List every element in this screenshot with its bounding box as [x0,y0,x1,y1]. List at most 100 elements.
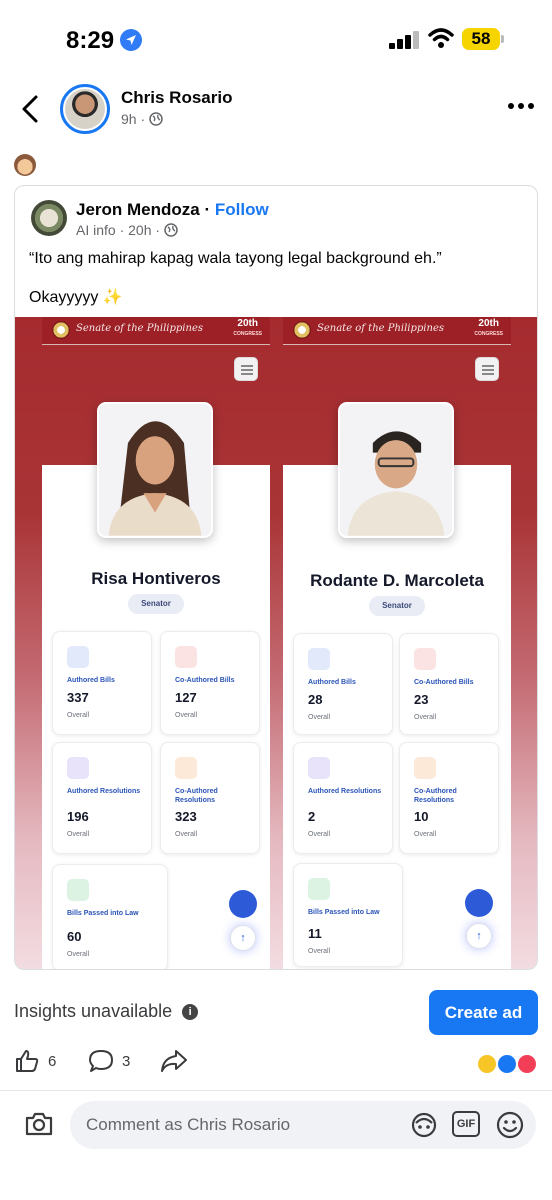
stat-card-bills-passed[interactable]: Bills Passed into Law 60 Overall [52,864,168,969]
author-name[interactable]: Chris Rosario [121,88,232,108]
share-icon[interactable] [160,1048,188,1074]
stat-label: Authored Resolutions [67,788,141,795]
more-options-button[interactable] [508,103,534,111]
comment-placeholder[interactable]: Comment as Chris Rosario [86,1115,290,1135]
stat-value: 60 [67,929,82,944]
stat-sub: Overall [414,714,437,721]
post-time: 9h · [121,111,146,127]
stat-card-bills-passed[interactable]: Bills Passed into Law 11 Overall [293,863,403,967]
copy-fab-icon[interactable] [229,890,257,918]
globe-icon [164,223,178,237]
shared-image[interactable]: Senate of the Philippines 20th CONGRESS [15,317,537,969]
stat-sub: Overall [175,831,198,838]
stat-label: Authored Bills [67,677,115,684]
shared-meta: AI info · 20h · [76,222,178,238]
congress-number: 20th [237,318,258,329]
insights-row: Insights unavailable i [14,1001,199,1022]
stat-label: Co-Authored Bills [175,677,235,684]
stat-label: Authored Resolutions [308,788,382,795]
avatar-sticker-icon[interactable] [409,1110,439,1140]
document-icon [67,646,89,668]
status-time: 8:29 [66,27,115,54]
battery-tip [501,35,504,43]
users-icon [175,646,197,668]
stat-label: Co-Authored Resolutions [175,788,218,804]
camera-icon[interactable] [24,1110,54,1138]
stat-sub: Overall [175,712,198,719]
scroll-top-icon[interactable]: ↑ [466,923,492,949]
senator-name: Rodante D. Marcoleta [310,571,484,590]
stat-sub: Overall [67,831,90,838]
author-avatar[interactable] [60,84,110,134]
congress-badge: 20th CONGRESS [233,319,262,339]
scroll-icon [308,757,330,779]
create-ad-button[interactable]: Create ad [429,990,538,1035]
users-icon [414,648,436,670]
shared-meta-text[interactable]: AI info · 20h · [76,222,160,238]
cellular-signal-icon [389,31,421,49]
comment-action[interactable]: 3 [88,1048,130,1074]
monkey-emoji [14,154,36,176]
name-separator: · [199,200,215,219]
stat-value: 196 [67,809,89,824]
shared-caption-line1: “Ito ang mahirap kapag wala tayong legal… [29,250,442,267]
senator-name: Risa Hontiveros [91,569,221,588]
stat-sub: Overall [67,712,90,719]
stat-value: 10 [414,809,429,824]
stat-label: Bills Passed into Law [67,910,139,917]
scroll-icon [67,757,89,779]
stat-card-authored-resolutions[interactable]: Authored Resolutions 2 Overall [293,742,393,854]
copy-fab-icon[interactable] [465,889,493,917]
haha-reaction-icon [476,1053,498,1075]
insights-text: Insights unavailable [14,1001,173,1021]
shared-author-avatar[interactable] [31,200,67,236]
shared-caption-line2: Okayyyyy ✨ [29,287,123,307]
stat-label: Authored Bills [308,679,356,686]
battery-indicator: 58 [462,28,500,50]
senate-header: Senate of the Philippines 20th CONGRESS [42,317,270,345]
stat-value: 11 [308,926,322,941]
stat-card-authored-bills[interactable]: Authored Bills 28 Overall [293,633,393,735]
check-circle-icon [67,879,89,901]
like-action[interactable]: 6 [14,1048,56,1074]
hamburger-menu-icon[interactable] [475,357,499,381]
stat-card-coauthored-bills[interactable]: Co-Authored Bills 127 Overall [160,631,260,735]
scroll-top-icon[interactable]: ↑ [230,925,256,951]
document-icon [308,648,330,670]
gif-icon[interactable]: GIF [452,1111,480,1137]
senator-photo [338,402,454,538]
stat-label: Bills Passed into Law [308,909,380,916]
stat-card-coauthored-resolutions[interactable]: Co-Authored Resolutions 10 Overall [399,742,499,854]
shared-post-card[interactable]: Jeron Mendoza · Follow AI info · 20h · “… [14,185,538,970]
emoji-icon[interactable] [495,1110,525,1140]
senator-profile-screen: Senate of the Philippines 20th CONGRESS [42,317,270,969]
stat-card-coauthored-resolutions[interactable]: Co-Authored Resolutions 323 Overall [160,742,260,854]
stat-value: 2 [308,809,316,824]
back-arrow-icon[interactable] [18,94,44,124]
stat-value: 323 [175,809,197,824]
comment-count: 3 [122,1052,131,1070]
hamburger-menu-icon[interactable] [234,357,258,381]
senator-profile-screen: Senate of the Philippines 20th CONGRESS [283,317,511,969]
status-bar: 8:29 58 [0,0,552,78]
shared-author-name[interactable]: Jeron Mendoza [76,200,200,219]
stat-card-coauthored-bills[interactable]: Co-Authored Bills 23 Overall [399,633,499,735]
thumbs-up-icon [16,1050,39,1072]
senate-title: Senate of the Philippines [317,323,444,334]
follow-button[interactable]: Follow [215,200,269,219]
senate-seal-icon [52,321,70,339]
reaction-summary[interactable] [476,1053,538,1075]
stat-card-authored-bills[interactable]: Authored Bills 337 Overall [52,631,152,735]
senate-seal-icon [293,321,311,339]
congress-number: 20th [478,318,499,329]
stat-sub: Overall [414,831,437,838]
post-meta: 9h · [121,111,163,127]
stat-value: 337 [67,690,89,705]
stat-card-authored-resolutions[interactable]: Authored Resolutions 196 Overall [52,742,152,854]
wifi-icon [428,28,454,48]
congress-badge: 20th CONGRESS [474,319,503,339]
sparkle-icon: ✨ [102,289,123,306]
info-icon[interactable]: i [182,1003,199,1020]
senate-header: Senate of the Philippines 20th CONGRESS [283,317,511,345]
love-reaction-icon [516,1053,538,1075]
